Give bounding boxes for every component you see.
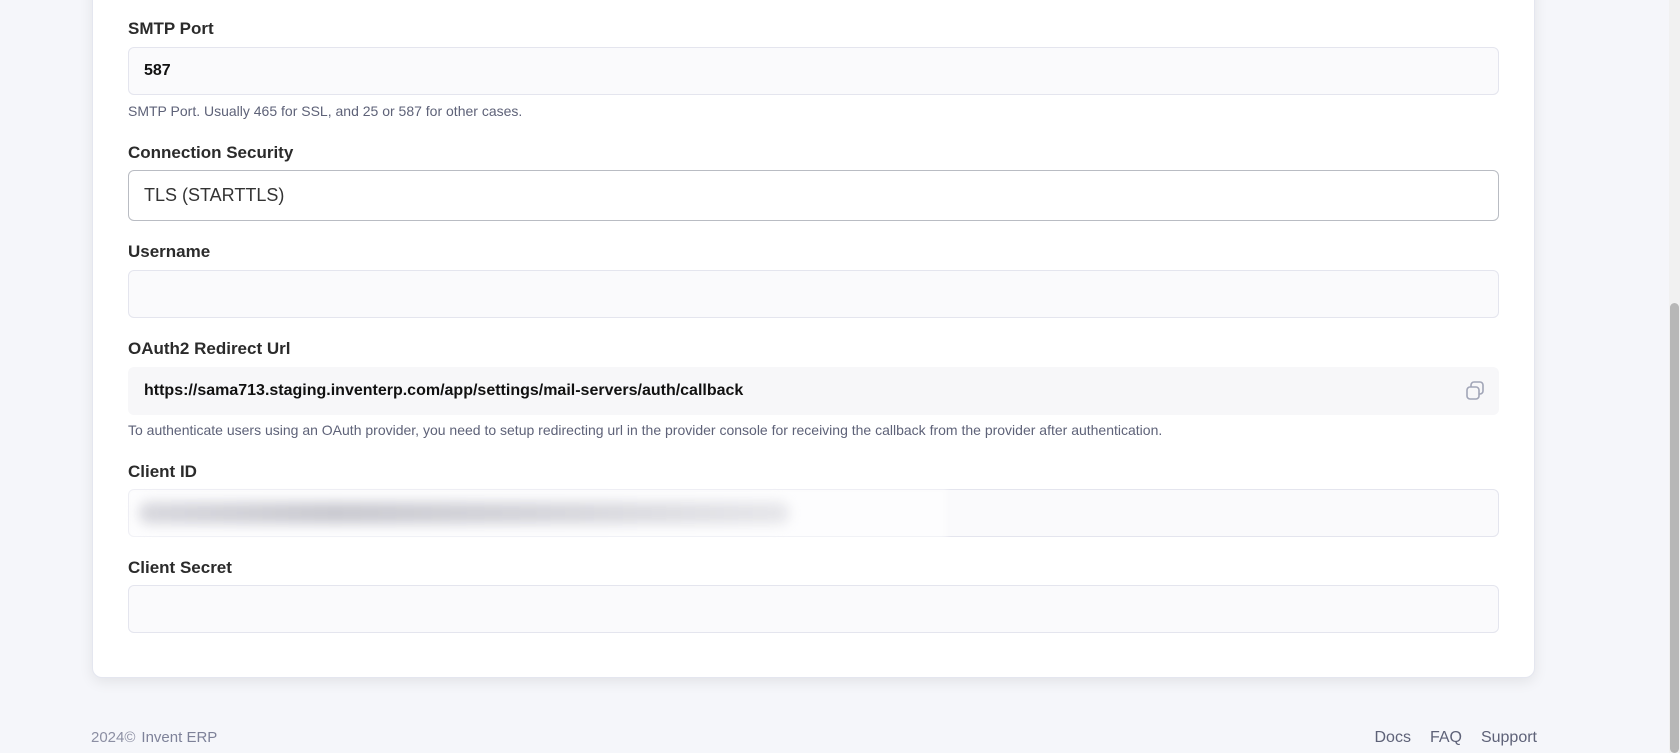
client-id-input[interactable] <box>127 488 1499 540</box>
smtp-port-help: SMTP Port. Usually 465 for SSL, and 25 o… <box>128 103 523 119</box>
page-footer: 2024© Invent ERP Docs FAQ Support <box>0 703 1680 753</box>
smtp-port-input[interactable]: 587 <box>128 47 1499 95</box>
client-secret-label: Client Secret <box>128 558 232 577</box>
copyright-year: 2024© <box>91 729 136 746</box>
copy-icon[interactable] <box>1464 380 1486 402</box>
client-id-label: Client ID <box>128 462 197 481</box>
footer-copyright: 2024© Invent ERP <box>91 729 217 746</box>
footer-link-faq[interactable]: FAQ <box>1430 729 1462 747</box>
oauth-redirect-value: https://sama713.staging.inventerp.com/ap… <box>144 382 744 399</box>
page-viewport: SMTP Port 587 SMTP Port. Usually 465 for… <box>0 0 1680 753</box>
footer-link-docs[interactable]: Docs <box>1374 729 1410 747</box>
client-secret-input[interactable] <box>128 585 1499 633</box>
connection-security-select[interactable]: TLS (STARTTLS) <box>128 170 1499 221</box>
oauth-redirect-label: OAuth2 Redirect Url <box>128 339 291 358</box>
smtp-port-label: SMTP Port <box>128 19 214 38</box>
footer-links: Docs FAQ Support <box>1374 729 1537 747</box>
page-scrollbar[interactable] <box>1669 0 1680 753</box>
scrollbar-thumb[interactable] <box>1670 303 1679 753</box>
username-label: Username <box>128 242 211 261</box>
oauth-redirect-help: To authenticate users using an OAuth pro… <box>128 422 1163 438</box>
connection-security-label: Connection Security <box>128 143 294 162</box>
username-input[interactable] <box>128 270 1499 318</box>
footer-link-support[interactable]: Support <box>1481 729 1537 747</box>
redacted-value <box>139 502 789 524</box>
mail-server-settings-card <box>92 0 1535 678</box>
oauth-redirect-field: https://sama713.staging.inventerp.com/ap… <box>128 367 1499 415</box>
footer-brand[interactable]: Invent ERP <box>141 729 217 746</box>
